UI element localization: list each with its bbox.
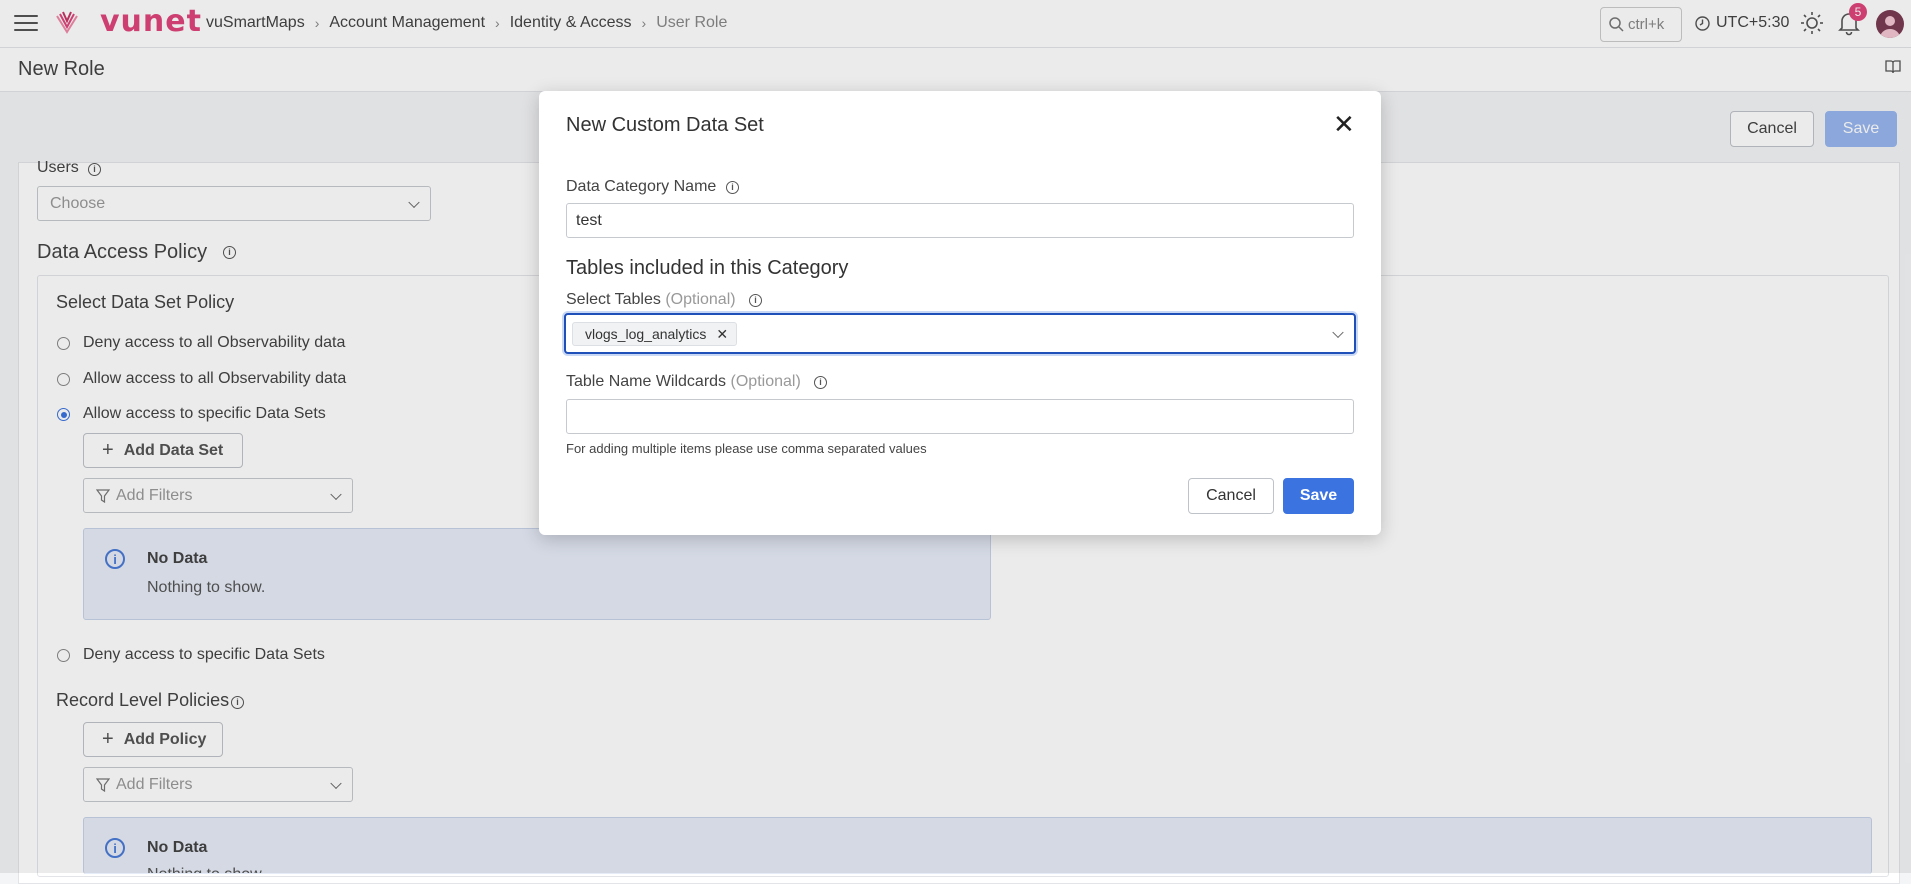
wildcards-input[interactable]: [566, 399, 1354, 434]
close-icon[interactable]: ✕: [1333, 111, 1355, 137]
wildcards-optional: (Optional): [730, 373, 801, 390]
dialog-save-button[interactable]: Save: [1283, 478, 1354, 514]
remove-tag-icon[interactable]: ✕: [716, 326, 728, 343]
tables-section-title: Tables included in this Category: [566, 257, 849, 279]
wildcards-info-icon[interactable]: i: [814, 376, 827, 389]
select-tables-label-text: Select Tables: [566, 291, 661, 308]
data-category-name-input[interactable]: test: [566, 203, 1354, 238]
select-tables-label: Select Tables (Optional): [566, 291, 736, 309]
dialog-cancel-button[interactable]: Cancel: [1188, 478, 1274, 514]
data-category-name-label: Data Category Name: [566, 178, 717, 195]
chevron-down-icon: [1332, 326, 1344, 338]
wildcards-label-text: Table Name Wildcards: [566, 373, 727, 390]
selected-table-tag: vlogs_log_analytics ✕: [572, 322, 738, 346]
wildcards-hint: For adding multiple items please use com…: [566, 441, 927, 456]
select-tables-optional: (Optional): [665, 291, 736, 308]
data-category-name-info-icon[interactable]: i: [726, 181, 739, 194]
data-category-name-value: test: [576, 211, 602, 229]
select-tables-info-icon[interactable]: i: [749, 294, 762, 307]
wildcards-label: Table Name Wildcards (Optional): [566, 373, 801, 391]
selected-table-tag-label: vlogs_log_analytics: [585, 326, 707, 342]
dialog-title: New Custom Data Set: [566, 114, 764, 136]
